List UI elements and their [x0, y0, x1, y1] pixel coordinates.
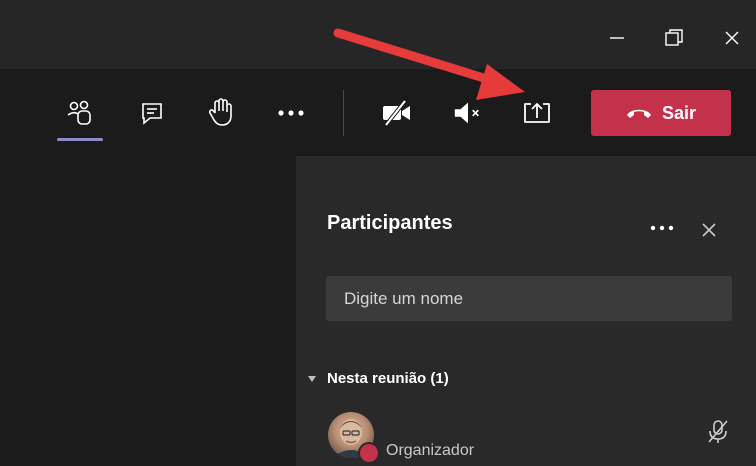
speaker-mute-icon[interactable]: [452, 97, 484, 129]
leave-button-label: Sair: [661, 102, 697, 123]
panel-title: Participantes: [327, 212, 453, 234]
meeting-stage: [0, 156, 296, 466]
participants-icon[interactable]: [64, 97, 96, 129]
participant-role: Organizador: [386, 442, 475, 459]
status-badge: [358, 442, 380, 464]
minimize-icon[interactable]: [603, 24, 631, 52]
active-tab-indicator: [57, 138, 103, 141]
more-options-icon[interactable]: [275, 97, 307, 129]
share-screen-icon[interactable]: [521, 97, 553, 129]
toolbar-divider: [343, 90, 344, 136]
chat-icon[interactable]: [136, 97, 168, 129]
camera-off-icon[interactable]: [380, 97, 412, 129]
section-toggle[interactable]: Nesta reunião (1): [307, 370, 449, 387]
title-bar: [0, 0, 756, 69]
restore-icon[interactable]: [660, 24, 688, 52]
raise-hand-icon[interactable]: [205, 96, 237, 128]
mic-off-icon[interactable]: [704, 418, 732, 446]
hang-up-icon: [626, 109, 651, 118]
caret-down-icon: [308, 375, 316, 382]
participant-search-input[interactable]: [326, 276, 732, 321]
panel-close-icon[interactable]: [697, 218, 721, 242]
section-label: Nesta reunião (1): [327, 370, 449, 387]
close-icon[interactable]: [718, 24, 746, 52]
panel-more-icon[interactable]: [648, 218, 676, 238]
leave-button[interactable]: Sair: [591, 90, 731, 136]
